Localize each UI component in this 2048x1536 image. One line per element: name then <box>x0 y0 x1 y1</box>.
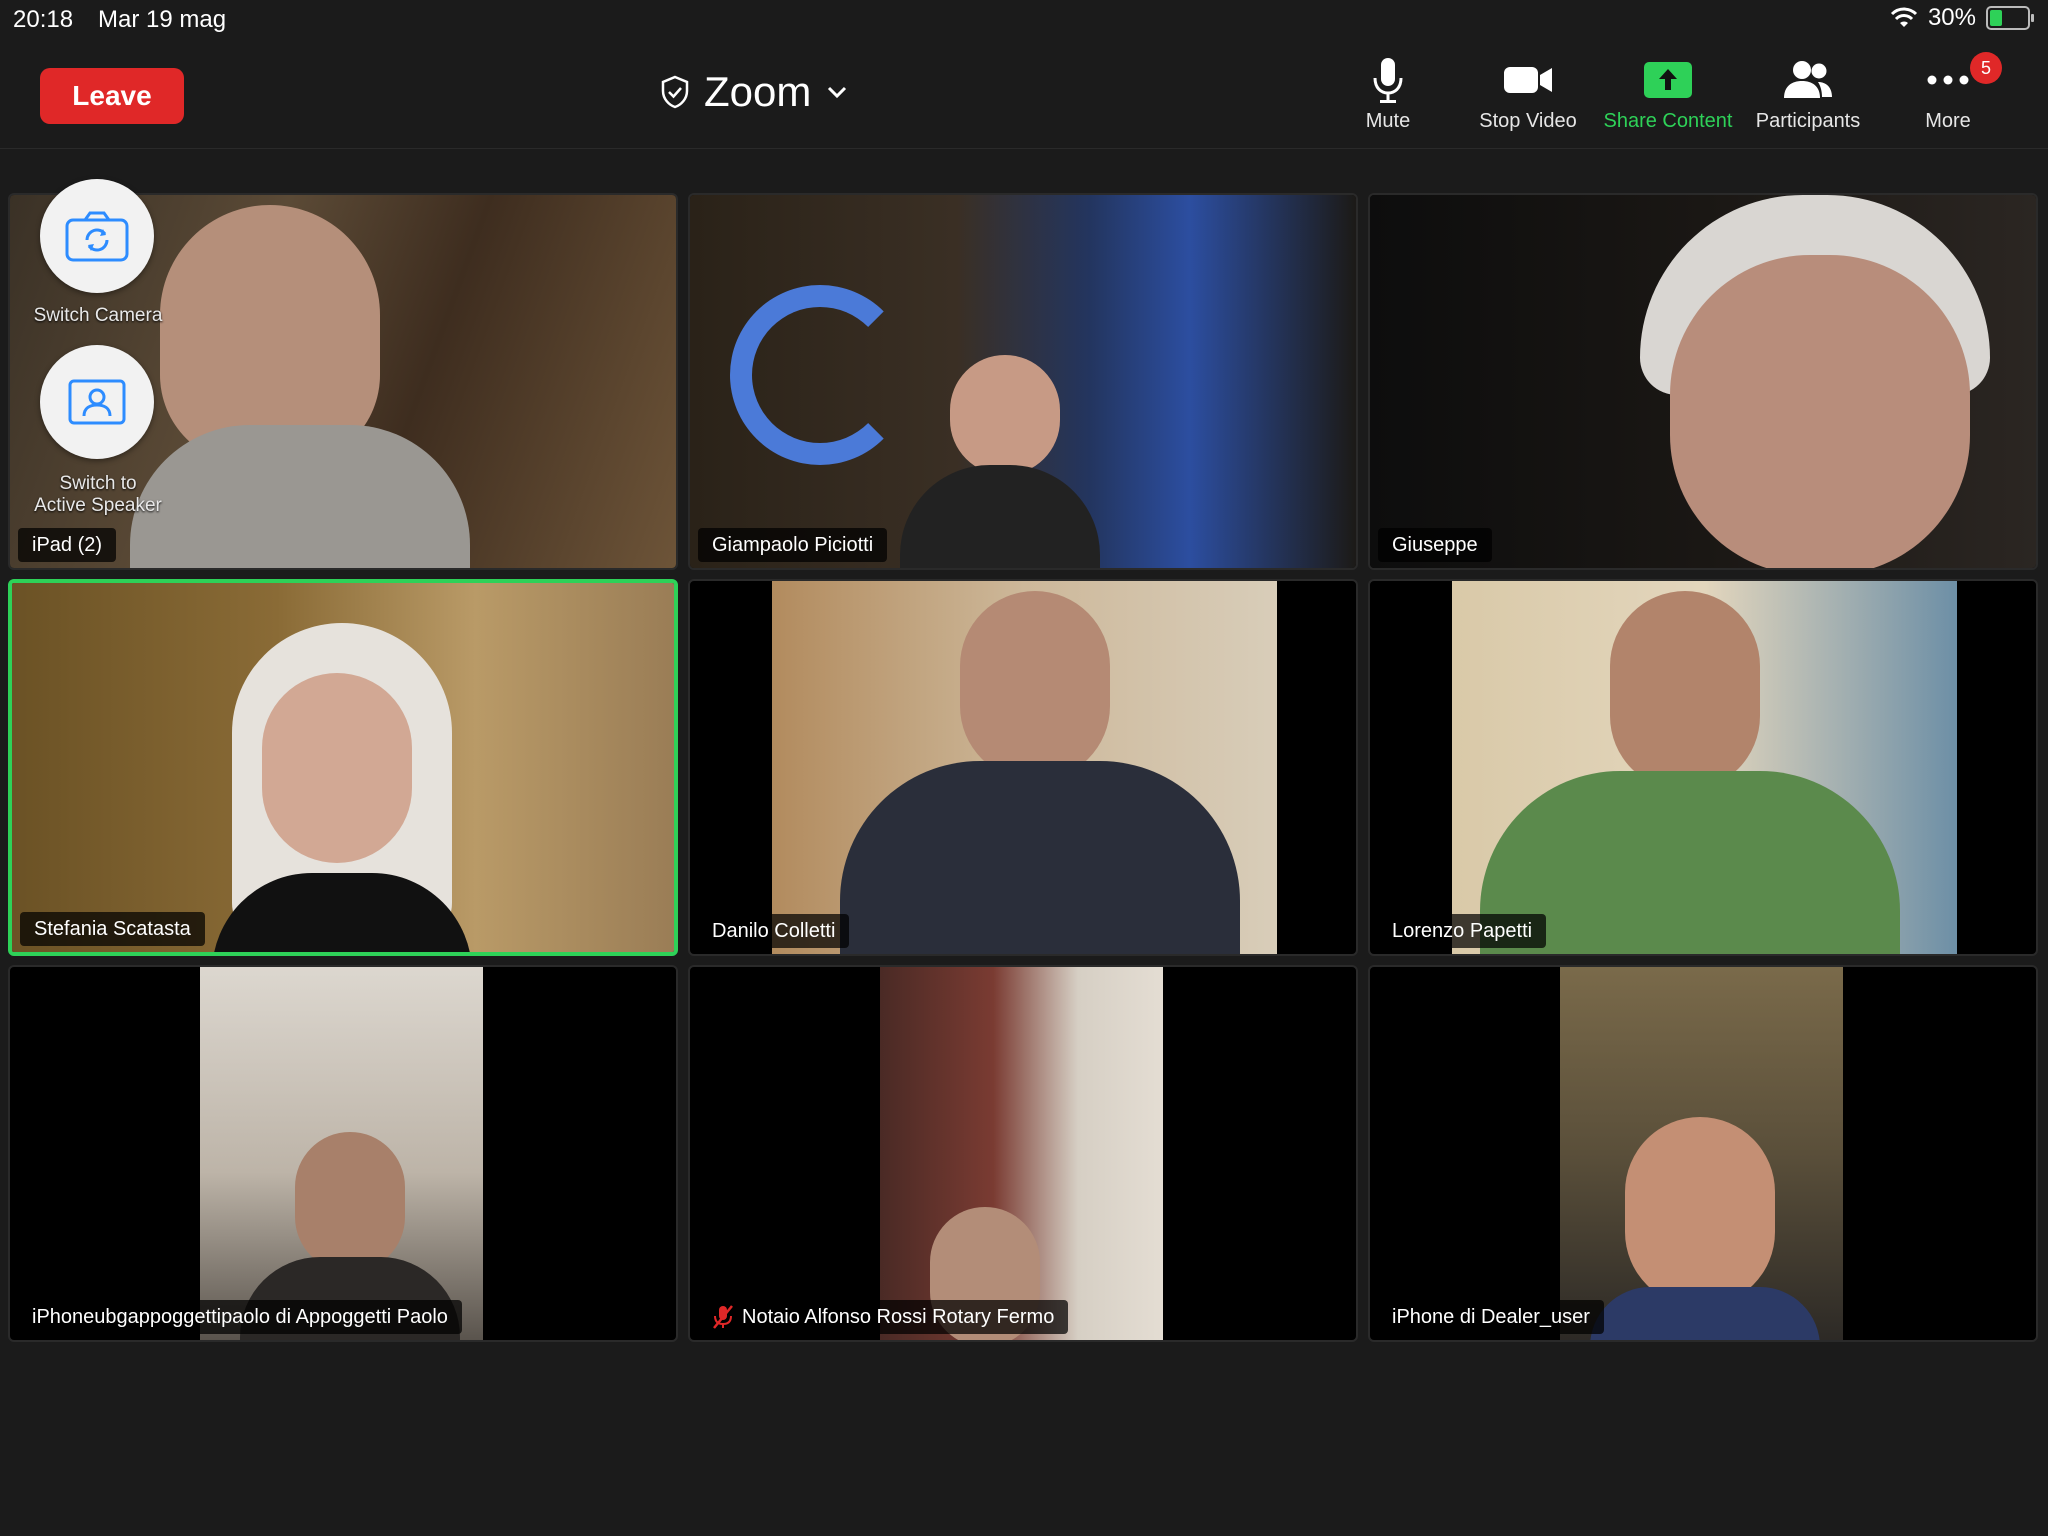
active-speaker-icon <box>68 379 126 425</box>
video-tile[interactable]: iPhone di Dealer_user <box>1368 965 2038 1342</box>
participant-name-tag: Lorenzo Papetti <box>1378 914 1547 948</box>
microphone-icon <box>1373 58 1403 103</box>
meeting-title-dropdown[interactable]: Zoom <box>660 62 849 122</box>
meeting-title: Zoom <box>704 68 812 115</box>
participant-face <box>295 1132 405 1272</box>
status-bar: 20:18 Mar 19 mag 30% <box>0 0 2048 40</box>
participant-name: Giuseppe <box>1392 533 1478 556</box>
camera-switch-icon <box>65 211 129 262</box>
share-content-button[interactable]: Share Content <box>1598 54 1738 144</box>
switch-active-speaker-button[interactable] <box>40 345 154 459</box>
shield-check-icon <box>661 75 689 109</box>
participant-name-tag: Giuseppe <box>1378 528 1492 562</box>
participants-button[interactable]: Participants <box>1738 54 1878 144</box>
euro-sign-sculpture <box>730 285 910 465</box>
video-tile[interactable]: Lorenzo Papetti <box>1368 579 2038 956</box>
wifi-icon <box>1890 7 1918 27</box>
leave-button[interactable]: Leave <box>40 68 184 124</box>
chevron-down-icon <box>828 86 847 99</box>
participant-name-tag: iPhone di Dealer_user <box>1378 1300 1604 1334</box>
battery-percent: 30% <box>1927 4 1976 31</box>
stop-video-button[interactable]: Stop Video <box>1458 54 1598 144</box>
participant-name: Danilo Colletti <box>712 919 836 942</box>
participant-name-tag: Stefania Scatasta <box>20 912 205 946</box>
participant-name-tag: Giampaolo Piciotti <box>698 528 888 562</box>
video-tile[interactable]: iPhoneubgappoggettipaolo di Appoggetti P… <box>8 965 678 1342</box>
share-content-label: Share Content <box>1603 110 1733 132</box>
video-tile-active-speaker[interactable]: Stefania Scatasta <box>8 579 678 956</box>
more-label: More <box>1925 110 1971 132</box>
muted-microphone-icon <box>713 1305 733 1329</box>
battery-icon <box>1986 6 2034 30</box>
participant-face <box>1625 1117 1775 1307</box>
video-camera-icon <box>1504 67 1552 93</box>
switch-active-speaker-label: Switch to Active Speaker <box>34 473 162 516</box>
more-button[interactable]: More 5 <box>1878 52 2018 144</box>
switch-camera-label: Switch Camera <box>33 305 163 326</box>
status-date: Mar 19 mag <box>98 6 227 33</box>
participant-body <box>1590 1287 1820 1340</box>
participant-name: Giampaolo Piciotti <box>712 533 874 556</box>
participant-name: Lorenzo Papetti <box>1392 919 1533 942</box>
participant-body <box>130 425 470 568</box>
participant-name: Notaio Alfonso Rossi Rotary Fermo <box>742 1305 1055 1328</box>
meeting-toolbar: Mute Stop Video Share Content Participan… <box>1318 52 2018 144</box>
mute-label: Mute <box>1365 110 1411 132</box>
stop-video-label: Stop Video <box>1479 110 1577 132</box>
participant-name-tag: Danilo Colletti <box>698 914 850 948</box>
status-right: 30% <box>1890 4 2034 32</box>
participant-face <box>1610 591 1760 791</box>
video-tile[interactable]: Danilo Colletti <box>688 579 1358 956</box>
participant-name: iPhone di Dealer_user <box>1392 1305 1590 1328</box>
status-time: 20:18 <box>13 6 74 33</box>
people-icon <box>1784 61 1832 98</box>
participant-name: iPhoneubgappoggettipaolo di Appoggetti P… <box>32 1305 448 1328</box>
participant-face <box>960 591 1110 781</box>
meeting-topbar: Leave Zoom Mute Stop Video Share Content… <box>0 40 2048 149</box>
switch-camera-button[interactable] <box>40 179 154 293</box>
video-tile[interactable]: Giampaolo Piciotti <box>688 193 1358 570</box>
participant-body <box>840 761 1240 954</box>
participants-label: Participants <box>1755 110 1861 132</box>
ellipsis-icon <box>1927 75 1969 85</box>
participant-face <box>950 355 1060 475</box>
participant-name: Stefania Scatasta <box>34 917 191 940</box>
participant-name-tag: Notaio Alfonso Rossi Rotary Fermo <box>698 1300 1069 1334</box>
participant-name-tag: iPhoneubgappoggettipaolo di Appoggetti P… <box>18 1300 462 1334</box>
participant-face <box>1670 255 1970 568</box>
video-tile[interactable]: Giuseppe <box>1368 193 2038 570</box>
mute-button[interactable]: Mute <box>1318 54 1458 144</box>
notification-badge: 5 <box>1970 52 2002 84</box>
participant-name: iPad (2) <box>32 533 103 556</box>
participant-face <box>262 673 412 863</box>
video-tile[interactable]: Notaio Alfonso Rossi Rotary Fermo <box>688 965 1358 1342</box>
share-arrow-icon <box>1644 62 1692 98</box>
participant-name-tag: iPad (2) <box>18 528 117 562</box>
